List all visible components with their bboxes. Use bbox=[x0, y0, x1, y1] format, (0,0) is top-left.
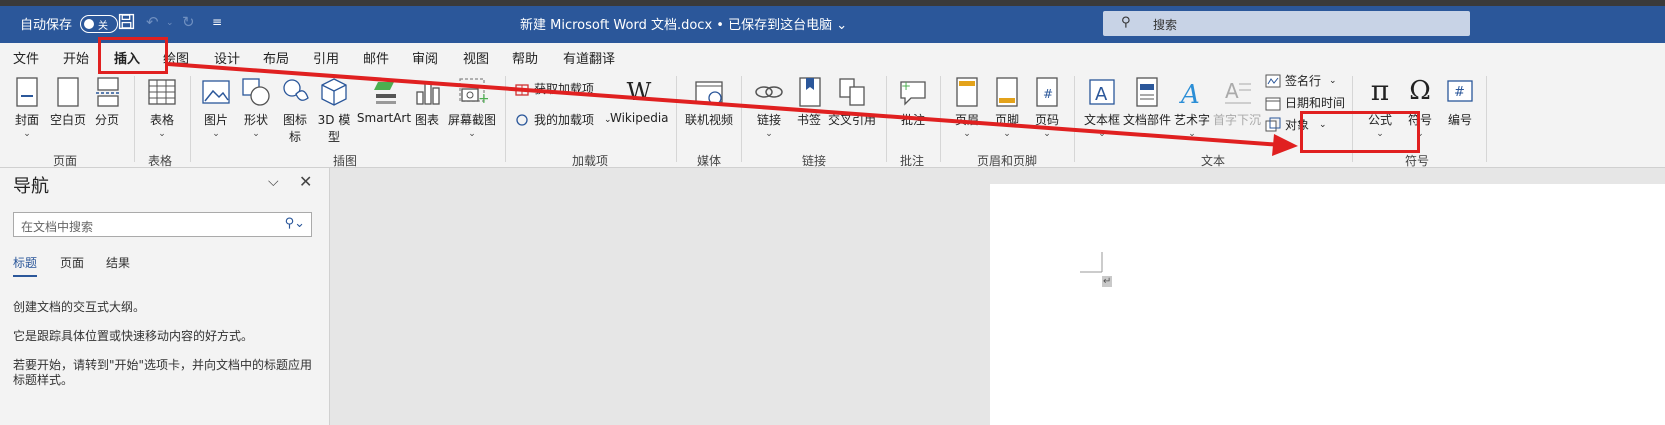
annotation-arrow bbox=[167, 62, 1298, 156]
